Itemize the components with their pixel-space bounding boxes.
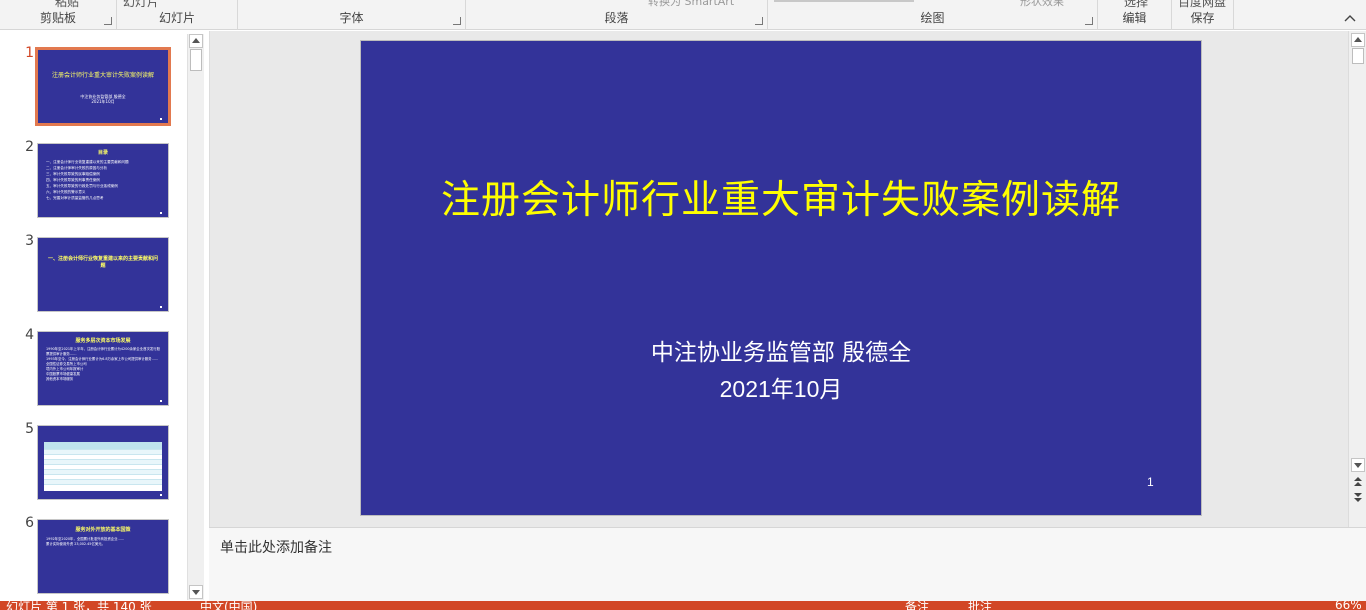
arrow-up-icon [1354, 37, 1362, 42]
list-item: 其他资本市场服务 [46, 377, 74, 381]
previous-slide-icon[interactable] [1353, 477, 1363, 489]
thumbnail-slide-1[interactable]: 注册会计师行业重大审计失败案例读解 中注协业务监管部 殷德全 2021年10月 [35, 47, 171, 126]
thumbnail-number: 3 [25, 233, 34, 249]
thumbnail-number: 2 [25, 139, 34, 155]
ribbon: 粘贴 剪贴板 幻灯片 幻灯片 字体 转换为 SmartArt 段落 形状效果 绘… [0, 0, 1366, 30]
shape-gallery-fragment[interactable] [774, 0, 914, 2]
thumbnail-page-number [160, 212, 162, 214]
slide-page-number: 1 [1147, 475, 1154, 489]
list-item: 累计实际使用外资 23,002.45亿美元。 [46, 542, 106, 546]
next-slide-icon[interactable] [1353, 492, 1363, 504]
zoom-level[interactable]: 66% [1335, 601, 1362, 610]
ribbon-group-label: 幻灯片 [158, 11, 195, 25]
collapse-ribbon-icon[interactable] [1344, 12, 1356, 24]
thumbnail-list: 1992年至2020年，全国累计批准外商投资企业…… 累计实际使用外资 23,0… [46, 537, 162, 547]
list-item: 七、完善对审计质量监管的几点思考 [46, 196, 104, 200]
shape-effects-fragment[interactable]: 形状效果 [1020, 0, 1064, 9]
scroll-down-button[interactable] [1351, 458, 1365, 472]
thumbnail-number: 1 [25, 45, 34, 61]
thumbnail-subtitle: 2021年10月 [91, 99, 115, 104]
dialog-launcher-icon[interactable] [755, 17, 763, 25]
thumbnail-scrollbar[interactable] [187, 34, 204, 600]
ribbon-group-label: 保存 [1190, 11, 1215, 25]
scroll-thumb[interactable] [1352, 48, 1364, 64]
thumbnail-list: 1990年至2021年上半年，注册会计师行业累计为4200余家企业首次发行股票提… [46, 347, 162, 382]
ribbon-group-label: 绘图 [920, 11, 945, 25]
thumbnail-title: 一、注册会计师行业恢复重建以来的主要贡献和问题 [47, 256, 158, 269]
thumbnail-table [44, 442, 162, 491]
notes-toggle-button[interactable]: 备注 [905, 601, 929, 610]
thumbnail-slide-4[interactable]: 服务多层次资本市场发展 1990年至2021年上半年，注册会计师行业累计为420… [37, 331, 169, 406]
thumbnail-slide-6[interactable]: 服务对外开放的基本国策 1992年至2020年，全国累计批准外商投资企业…… 累… [37, 519, 169, 594]
smartart-button-fragment[interactable]: 转换为 SmartArt [648, 0, 734, 9]
dialog-launcher-icon[interactable] [1085, 17, 1093, 25]
slide-thumbnail-pane[interactable]: 1 注册会计师行业重大审计失败案例读解 中注协业务监管部 殷德全 2021年10… [0, 31, 205, 601]
thumbnail-title: 注册会计师行业重大审计失败案例读解 [51, 72, 154, 79]
arrow-down-icon [192, 590, 200, 595]
slide-title[interactable]: 注册会计师行业重大审计失败案例读解 [361, 169, 1201, 225]
ribbon-group-label: 字体 [339, 11, 364, 25]
thumbnail-title: 服务多层次资本市场发展 [75, 338, 131, 344]
slide-subtitle-line1[interactable]: 中注协业务监管部 殷德全 [361, 333, 1201, 367]
dialog-launcher-icon[interactable] [453, 17, 461, 25]
thumbnail-slide-5[interactable] [37, 425, 169, 500]
slide-count-status: 幻灯片 第 1 张，共 140 张 [6, 601, 152, 610]
ribbon-group-label: 段落 [604, 11, 629, 25]
scroll-up-button[interactable] [1351, 33, 1365, 47]
thumbnail-page-number [160, 118, 162, 120]
list-item: 1990年至2021年上半年，注册会计师行业累计为4200余家企业首次发行股票提… [46, 347, 161, 356]
thumbnail-page-number [160, 306, 162, 308]
slide-subtitle-line2[interactable]: 2021年10月 [361, 370, 1201, 404]
thumbnail-title: 目录 [97, 150, 108, 156]
notes-pane[interactable]: 单击此处添加备注 [209, 527, 1366, 601]
scroll-down-button[interactable] [189, 585, 203, 599]
current-slide[interactable]: 注册会计师行业重大审计失败案例读解 中注协业务监管部 殷德全 2021年10月 … [361, 41, 1201, 515]
thumbnail-number: 6 [25, 515, 34, 531]
ribbon-group-clipboard[interactable]: 粘贴 剪贴板 [0, 0, 117, 30]
ribbon-group-editing[interactable]: 选择 编辑 [1098, 0, 1172, 30]
ribbon-group-slides[interactable]: 幻灯片 幻灯片 [117, 0, 238, 30]
ribbon-group-label: 剪贴板 [39, 11, 76, 25]
ribbon-group-drawing[interactable]: 形状效果 绘图 [768, 0, 1098, 30]
language-status[interactable]: 中文(中国) [200, 601, 257, 610]
thumbnail-page-number [160, 400, 162, 402]
ribbon-group-paragraph[interactable]: 转换为 SmartArt 段落 [466, 0, 768, 30]
dialog-launcher-icon[interactable] [104, 17, 112, 25]
ribbon-group-label: 编辑 [1122, 11, 1147, 25]
scroll-up-button[interactable] [189, 34, 203, 48]
thumbnail-page-number [160, 494, 162, 496]
thumbnail-title: 服务对外开放的基本国策 [75, 527, 131, 533]
scroll-thumb[interactable] [190, 49, 202, 71]
arrow-up-icon [192, 38, 200, 43]
status-bar: 幻灯片 第 1 张，共 140 张 中文(中国) 备注 批注 66% [0, 601, 1366, 610]
thumbnail-slide-2[interactable]: 目录 一、注册会计师行业恢复重建以来的主要贡献和问题 二、注册会计师审计失败的原… [37, 143, 169, 218]
notes-placeholder[interactable]: 单击此处添加备注 [220, 537, 332, 557]
thumbnail-list: 一、注册会计师行业恢复重建以来的主要贡献和问题 二、注册会计师审计失败的原因与分… [46, 159, 162, 201]
thumbnail-number: 5 [25, 421, 34, 437]
arrow-down-icon [1354, 463, 1362, 468]
thumbnail-slide-3[interactable]: 一、注册会计师行业恢复重建以来的主要贡献和问题 [37, 237, 169, 312]
ribbon-group-font[interactable]: 字体 [238, 0, 466, 30]
comments-toggle-button[interactable]: 批注 [968, 601, 992, 610]
slide-scrollbar[interactable] [1348, 31, 1366, 527]
slide-editing-area[interactable]: 注册会计师行业重大审计失败案例读解 中注协业务监管部 殷德全 2021年10月 … [209, 31, 1348, 527]
thumbnail-number: 4 [25, 327, 34, 343]
ribbon-group-save[interactable]: 百度网盘 保存 [1172, 0, 1234, 30]
